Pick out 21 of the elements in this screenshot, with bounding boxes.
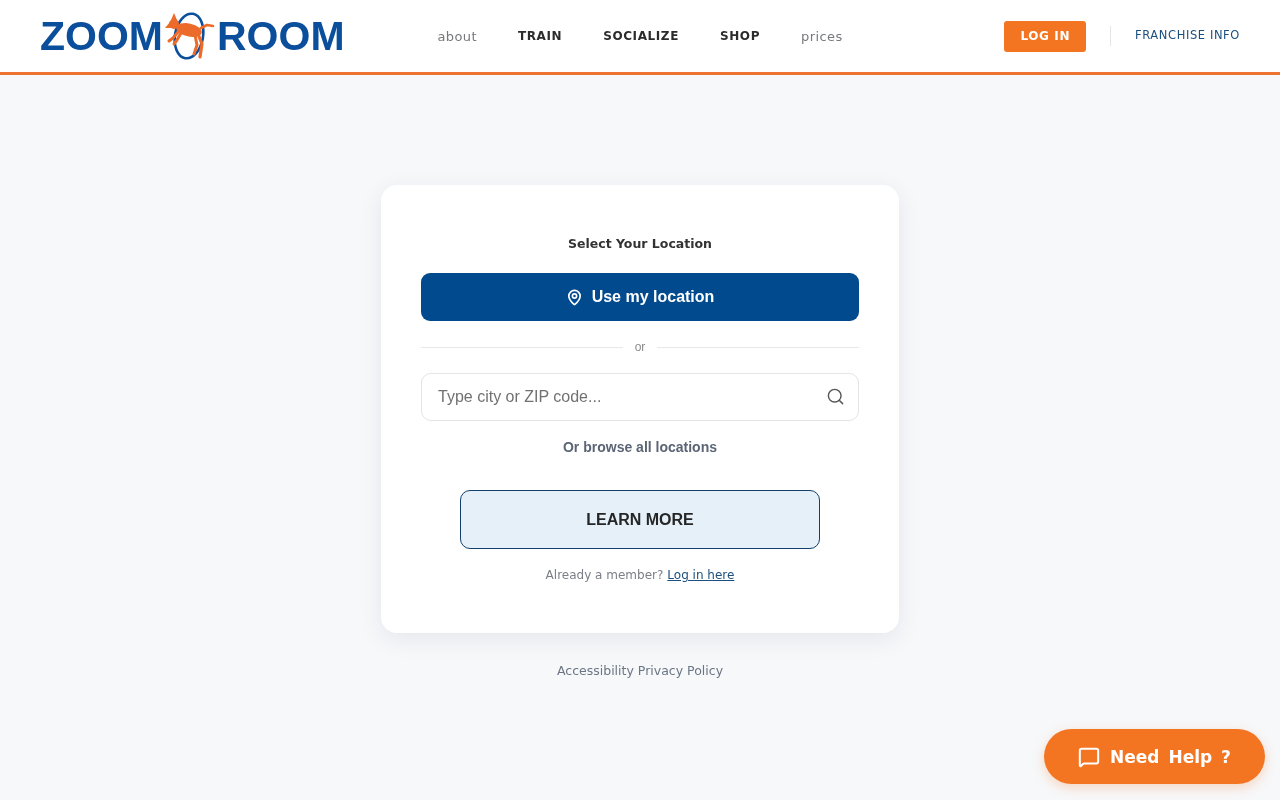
footer-link[interactable]: Privacy Policy: [637, 663, 724, 678]
browse-locations-link[interactable]: Or browse all locations: [562, 439, 717, 455]
dog-jumping-hoop-icon: [165, 11, 215, 61]
use-location-button[interactable]: Use my location: [421, 273, 859, 321]
nav-link[interactable]: prices: [801, 28, 843, 44]
nav-link[interactable]: TRAIN: [517, 29, 563, 43]
learn-more-button[interactable]: LEARN MORE: [460, 490, 820, 549]
member-prompt-text: Already a member?: [545, 567, 664, 583]
franchise-link[interactable]: FRANCHISE INFO: [1135, 28, 1240, 42]
footer-link[interactable]: Accessibility: [556, 663, 634, 678]
chat-bubble-icon: [1078, 745, 1101, 768]
logo[interactable]: ZOOM ROOM: [40, 11, 345, 61]
map-pin-icon: [565, 288, 583, 306]
or-divider-text: or: [634, 339, 646, 356]
search-icon: [826, 387, 845, 406]
nav-link[interactable]: SOCIALIZE: [603, 29, 679, 43]
login-link[interactable]: Log in here: [667, 567, 735, 583]
nav-link[interactable]: about: [437, 28, 477, 44]
card-title: Select Your Location: [568, 236, 712, 252]
nav-link[interactable]: SHOP: [719, 29, 761, 43]
search-field[interactable]: Type city or ZIP code...: [421, 373, 859, 421]
